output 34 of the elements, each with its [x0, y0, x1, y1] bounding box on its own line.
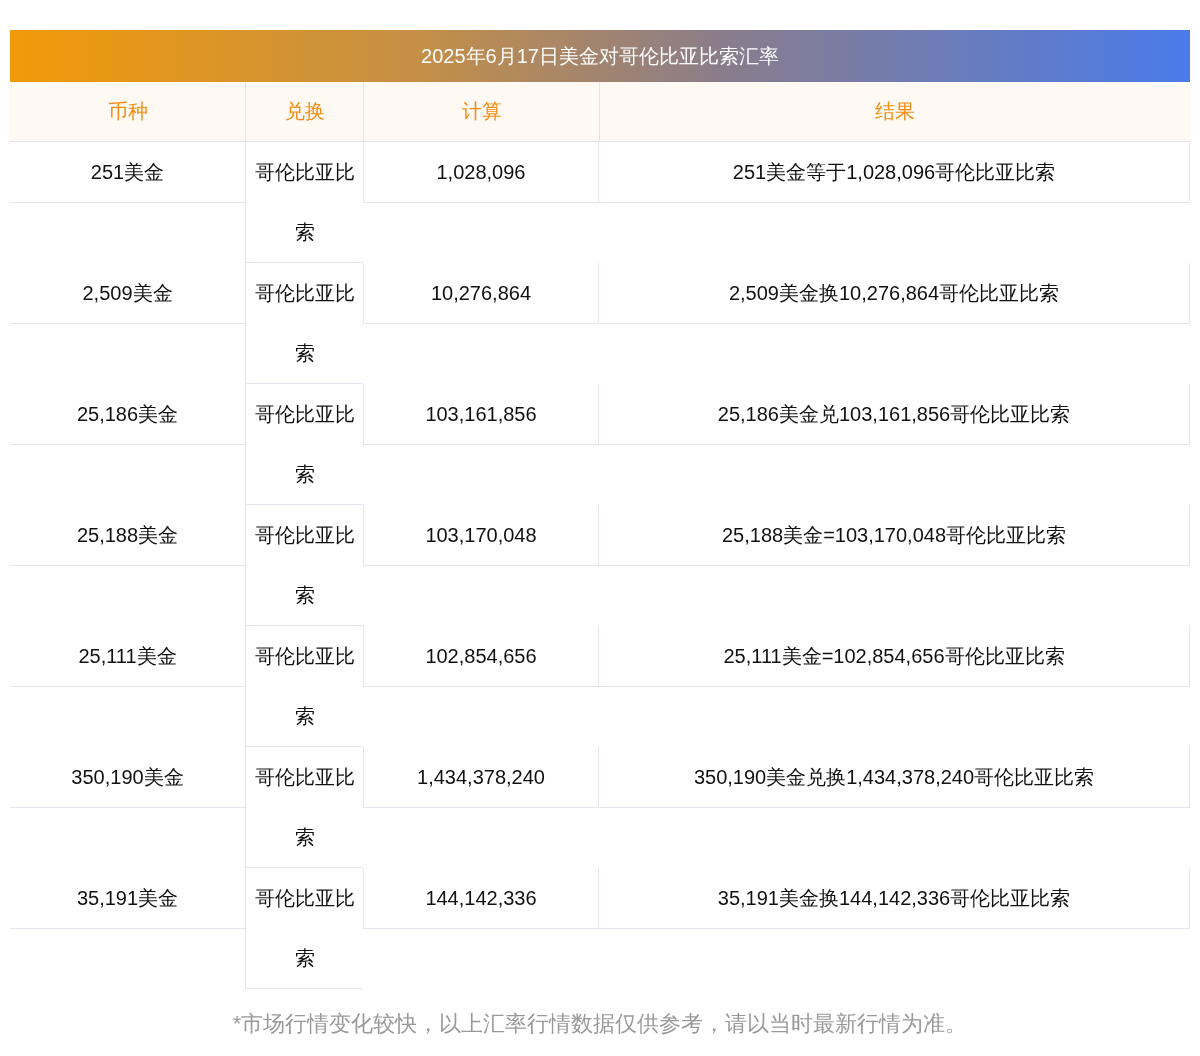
table-cell: 25,188美金: [10, 505, 245, 566]
table-cell: 哥伦比亚比索: [245, 263, 363, 384]
table-cell: 350,190美金兑换1,434,378,240哥伦比亚比索: [599, 747, 1190, 808]
table-cell: 25,111美金: [10, 626, 245, 687]
table-cell: 哥伦比亚比索: [245, 868, 363, 989]
column-header: 结果: [599, 82, 1190, 142]
table-cell: 哥伦比亚比索: [245, 384, 363, 505]
table-cell: 哥伦比亚比索: [245, 505, 363, 626]
table-cell: 哥伦比亚比索: [245, 142, 363, 263]
footnote: *市场行情变化较快，以上汇率行情数据仅供参考，请以当时最新行情为准。: [231, 1010, 969, 1038]
table-cell: 251美金: [10, 142, 245, 203]
table-cell: 103,161,856: [363, 384, 599, 445]
table-cell: 35,191美金: [10, 868, 245, 929]
table-cell: 102,854,656: [363, 626, 599, 687]
table-cell: 350,190美金: [10, 747, 245, 808]
table-cell: 2,509美金: [10, 263, 245, 324]
table-cell: 103,170,048: [363, 505, 599, 566]
table-cell: 哥伦比亚比索: [245, 747, 363, 868]
table-cell: 25,188美金=103,170,048哥伦比亚比索: [599, 505, 1190, 566]
table-cell: 1,434,378,240: [363, 747, 599, 808]
table-cell: 哥伦比亚比索: [245, 626, 363, 747]
table-cell: 10,276,864: [363, 263, 599, 324]
table-cell: 144,142,336: [363, 868, 599, 929]
table-cell: 1,028,096: [363, 142, 599, 203]
table-cell: 25,186美金兑103,161,856哥伦比亚比索: [599, 384, 1190, 445]
column-header: 币种: [10, 82, 245, 142]
table-cell: 25,111美金=102,854,656哥伦比亚比索: [599, 626, 1190, 687]
table-cell: 251美金等于1,028,096哥伦比亚比索: [599, 142, 1190, 203]
table-cell: 2,509美金换10,276,864哥伦比亚比索: [599, 263, 1190, 324]
table-title: 2025年6月17日美金对哥伦比亚比索汇率: [10, 30, 1190, 82]
table-cell: 25,186美金: [10, 384, 245, 445]
column-header: 计算: [363, 82, 599, 142]
table-cell: 35,191美金换144,142,336哥伦比亚比索: [599, 868, 1190, 929]
column-header: 兑换: [245, 82, 363, 142]
